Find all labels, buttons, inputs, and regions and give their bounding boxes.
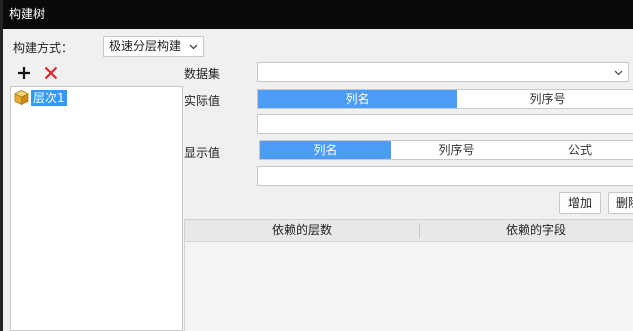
build-mode-select[interactable]: 极速分层构建: [103, 36, 204, 57]
tree-panel: 层次1: [10, 86, 183, 331]
display-value-option-column-index[interactable]: 列序号: [391, 141, 522, 159]
display-value-option-column-name[interactable]: 列名: [260, 141, 391, 159]
red-x-icon[interactable]: [42, 64, 60, 82]
table-header: 依赖的层数 依赖的字段: [185, 220, 633, 242]
build-mode-value: 极速分层构建: [109, 39, 182, 53]
cube-icon: [14, 90, 29, 106]
chevron-down-icon: [189, 44, 198, 50]
plus-icon[interactable]: [15, 64, 33, 82]
dataset-combobox[interactable]: [257, 62, 629, 82]
dependency-table: 依赖的层数 依赖的字段: [184, 219, 633, 331]
actual-value-option-column-index[interactable]: 列序号: [457, 90, 633, 108]
dataset-label: 数据集: [184, 67, 221, 81]
actual-value-toggle: 列名 列序号: [257, 89, 633, 109]
column-header-level[interactable]: 依赖的层数: [185, 220, 419, 241]
chevron-down-icon: [614, 70, 623, 76]
tree-node-label: 层次1: [31, 90, 67, 106]
actual-value-option-column-name[interactable]: 列名: [258, 90, 457, 108]
dialog-title: 构建树: [3, 0, 633, 29]
actual-value-input[interactable]: [257, 114, 633, 134]
display-value-label: 显示值: [184, 146, 221, 160]
add-button[interactable]: 增加: [559, 192, 601, 214]
display-value-toggle: 列名 列序号 公式: [259, 140, 633, 160]
display-value-input[interactable]: [257, 166, 633, 186]
delete-button[interactable]: 删除: [608, 192, 633, 214]
build-tree-dialog: 构建树 构建方式： 极速分层构建 层次1 数据集 实际值 列名 列序号 显示值 …: [0, 0, 633, 331]
display-value-option-formula[interactable]: 公式: [522, 141, 633, 159]
actual-value-label: 实际值: [184, 94, 221, 108]
column-header-field[interactable]: 依赖的字段: [420, 220, 633, 241]
build-mode-label: 构建方式：: [13, 41, 74, 55]
